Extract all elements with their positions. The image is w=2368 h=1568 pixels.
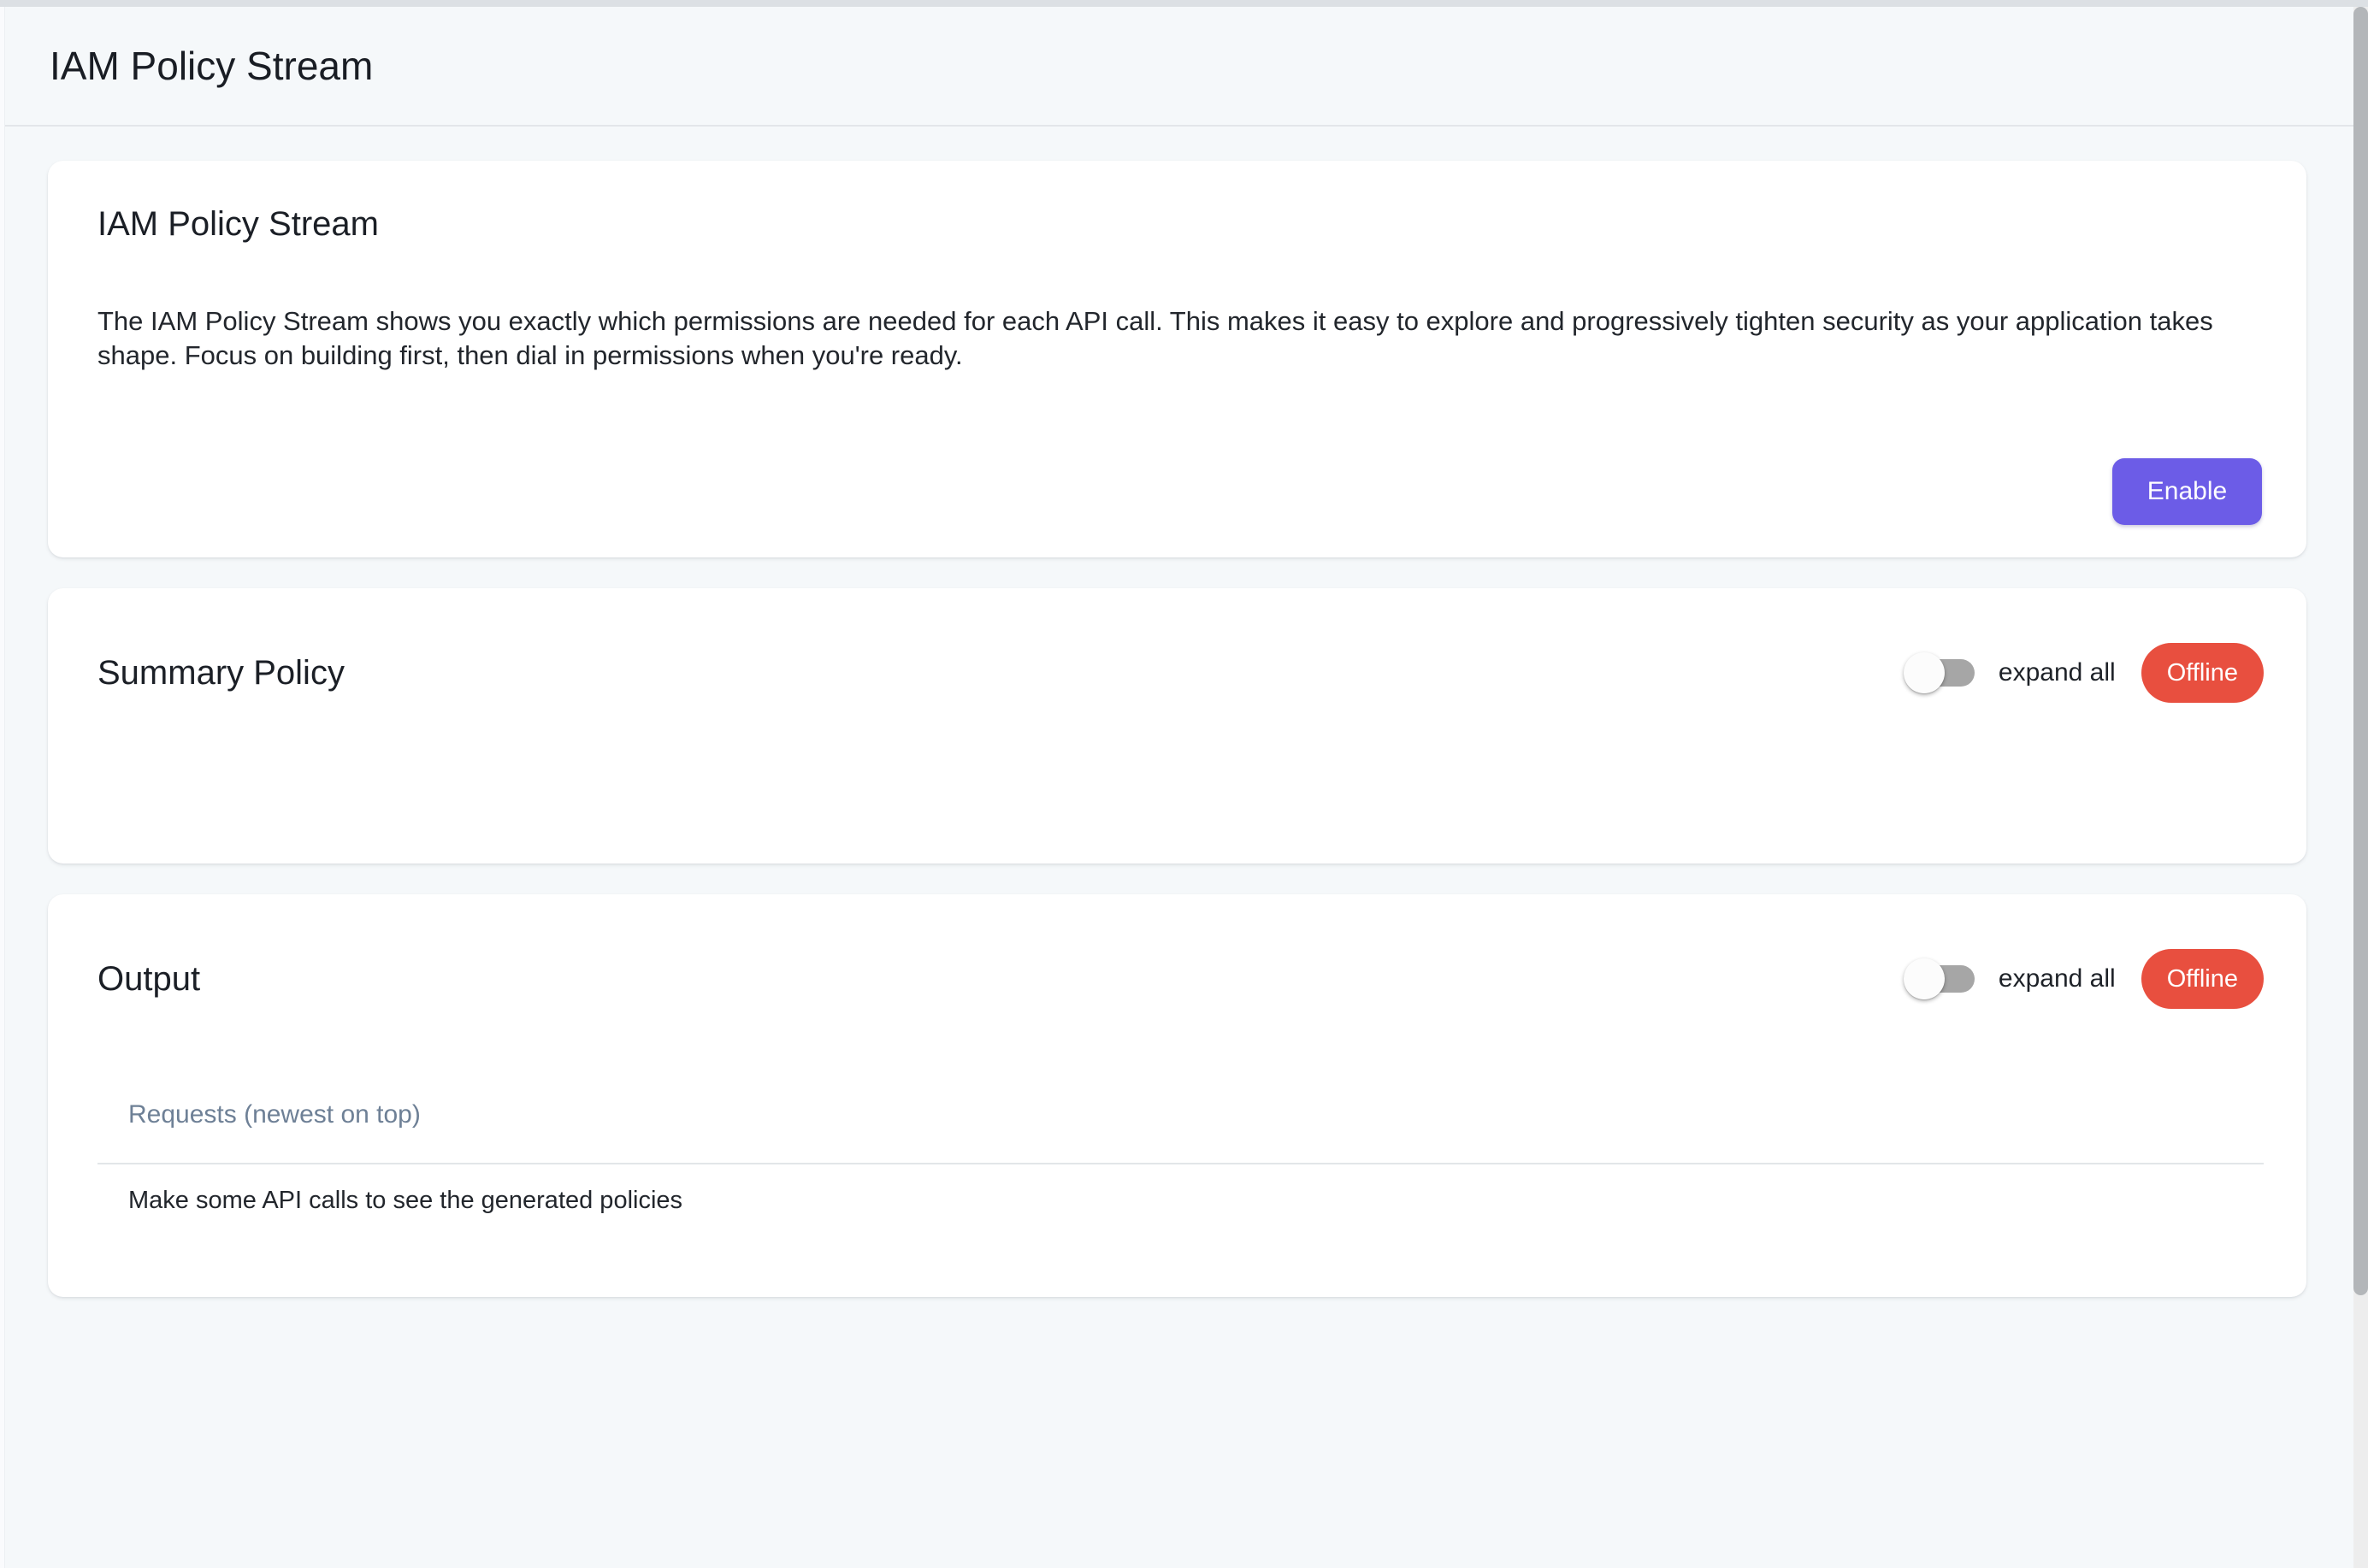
scrollbar-track[interactable] [2353,7,2368,1568]
scrollbar-thumb[interactable] [2353,7,2368,1295]
page-header: IAM Policy Stream [0,7,2368,127]
intro-card-description: The IAM Policy Stream shows you exactly … [97,304,2262,373]
output-status-badge: Offline [2141,949,2264,1009]
requests-header: Requests (newest on top) [97,1098,2264,1132]
summary-expand-all-toggle[interactable] [1904,652,1975,693]
summary-card-title: Summary Policy [97,652,345,693]
summary-controls: expand all Offline [1904,643,2264,703]
requests-empty-message: Make some API calls to see the generated… [97,1183,2264,1217]
summary-status-badge: Offline [2141,643,2264,703]
summary-head-row: Summary Policy expand all Offline [97,643,2264,703]
main-content: IAM Policy Stream The IAM Policy Stream … [0,161,2368,1297]
window-top-strip [0,0,2368,7]
output-card: Output expand all Offline Requests (newe… [48,894,2306,1297]
intro-card-title: IAM Policy Stream [97,203,2262,245]
iam-policy-stream-card: IAM Policy Stream The IAM Policy Stream … [48,161,2306,557]
toggle-thumb [1904,958,1945,999]
page-title: IAM Policy Stream [50,43,373,89]
output-card-title: Output [97,958,200,999]
requests-section: Requests (newest on top) Make some API c… [97,1098,2264,1217]
window-left-edge [0,7,5,1568]
output-head-row: Output expand all Offline [97,949,2264,1009]
summary-policy-card: Summary Policy expand all Offline [48,588,2306,864]
toggle-thumb [1904,652,1945,693]
enable-button[interactable]: Enable [2112,458,2262,525]
output-expand-all-label: expand all [1999,964,2116,993]
output-controls: expand all Offline [1904,949,2264,1009]
requests-divider [97,1163,2264,1164]
summary-expand-all-label: expand all [1999,658,2116,687]
output-expand-all-toggle[interactable] [1904,958,1975,999]
